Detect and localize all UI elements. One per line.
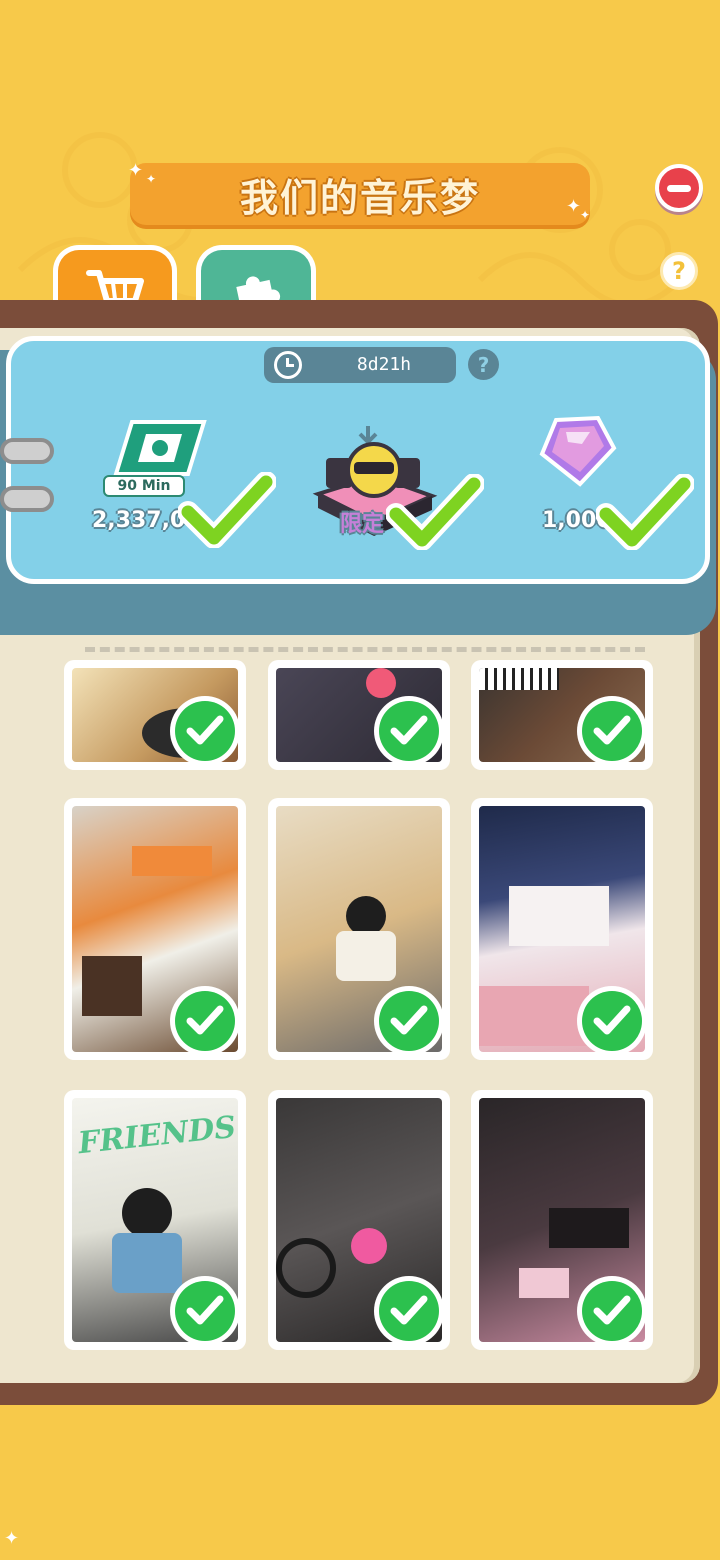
room-card[interactable] [268,798,450,1060]
room-card[interactable] [268,1090,450,1350]
help-button[interactable]: ? [660,252,698,290]
check-icon [390,1005,428,1035]
timer-help-label: ? [477,352,490,377]
claimed-check-icon [178,472,276,548]
check-icon [186,1005,224,1035]
room-card[interactable]: FRIENDS [64,1090,246,1350]
card-check-badge [577,1276,647,1346]
timer-help-button[interactable]: ? [468,349,499,380]
sparkle-icon: ✦ [4,1528,20,1549]
room-card[interactable] [64,660,246,770]
check-icon [390,1295,428,1325]
room-card[interactable] [64,798,246,1060]
room-card[interactable] [471,1090,653,1350]
friends-logo-text: FRIENDS [76,1109,238,1162]
room-collection-grid: FRIENDS [64,650,654,1350]
minus-circle-icon [667,184,691,192]
reward-label-limited: 限定 [340,512,385,537]
title-banner: 我们的音乐梦 [130,163,590,225]
card-check-badge [577,696,647,766]
card-check-badge [577,986,647,1056]
reward-label-coins: 2,337,0 [92,508,186,533]
binder-ring [0,438,54,464]
clock-icon [274,351,302,379]
card-check-badge [374,696,444,766]
card-check-badge [170,696,240,766]
timer-text: 8d21h [356,354,412,375]
reward-tag-90min: 90 Min [103,475,185,497]
sparkle-icon: ✦ [128,160,144,181]
check-icon [186,1295,224,1325]
card-check-badge [374,986,444,1056]
claimed-check-icon [596,474,694,550]
green-ticket-icon [113,420,207,476]
check-icon [593,715,631,745]
room-card[interactable] [471,798,653,1060]
sparkle-icon: ✦ [580,208,591,222]
page-title: 我们的音乐梦 [239,175,480,220]
event-timer: 8d21h [264,347,456,383]
card-check-badge [170,986,240,1056]
check-icon [593,1295,631,1325]
sparkle-icon: ✦ [566,196,582,217]
check-icon [186,715,224,745]
close-button[interactable] [655,164,703,212]
claimed-check-icon [386,474,484,550]
card-check-badge [374,1276,444,1346]
room-card[interactable] [268,660,450,770]
check-icon [390,715,428,745]
binder-ring [0,486,54,512]
check-icon [593,1005,631,1035]
card-check-badge [170,1276,240,1346]
help-label: ? [672,257,686,285]
room-card[interactable] [471,660,653,770]
sparkle-icon: ✦ [146,172,157,186]
